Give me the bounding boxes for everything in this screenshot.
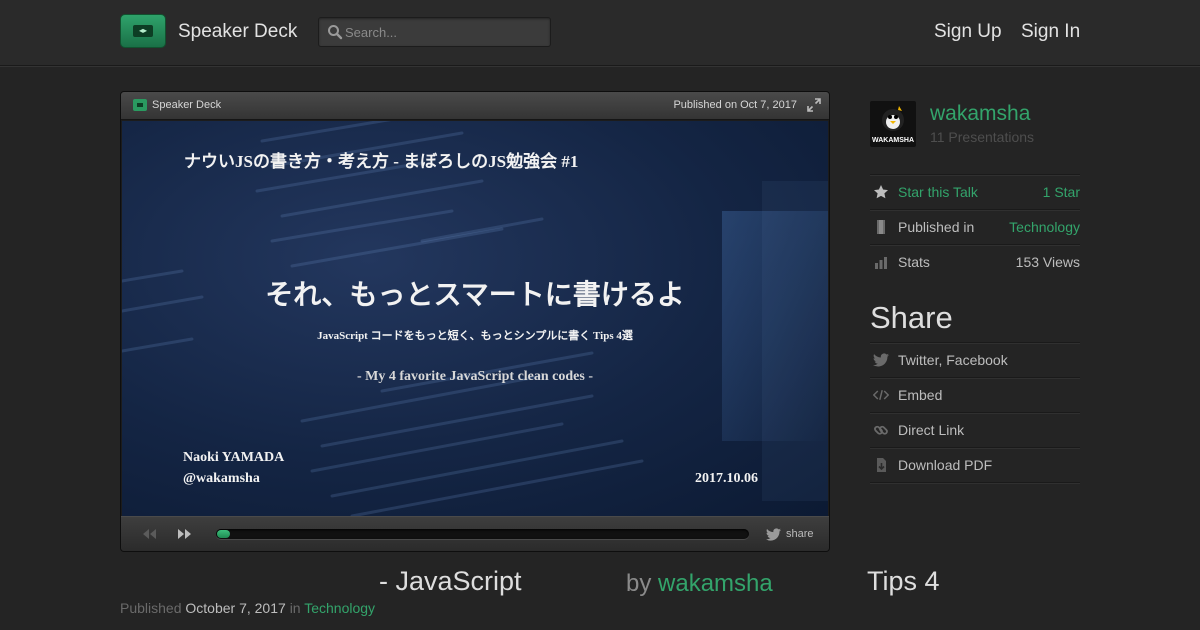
presentation-count[interactable]: 11 Presentations: [930, 129, 1034, 145]
byline-author-link[interactable]: wakamsha: [658, 570, 773, 597]
avatar-label: WAKAMSHA: [872, 137, 914, 144]
direct-link-row[interactable]: Direct Link: [870, 412, 1080, 447]
share-divider: [870, 482, 1080, 483]
published-in-row: Published in Technology: [870, 209, 1080, 244]
slide-title: それ、もっとスマートに書けるよ: [265, 280, 685, 311]
slide-english-subtitle: - My 4 favorite JavaScript clean codes -: [357, 369, 593, 384]
download-pdf-row[interactable]: Download PDF: [870, 447, 1080, 482]
embed-row[interactable]: Embed: [870, 377, 1080, 412]
previous-slide-icon[interactable]: [141, 527, 157, 541]
player-brand[interactable]: Speaker Deck: [152, 99, 221, 111]
author-username[interactable]: wakamsha: [930, 102, 1030, 126]
slide-handle: @wakamsha: [183, 471, 260, 486]
slide-player: Speaker Deck Published on Oct 7, 2017 ナウ…: [120, 91, 830, 552]
player-controls: share: [121, 516, 829, 551]
share-heading: Share: [870, 300, 953, 335]
bookmark-icon: [877, 220, 885, 234]
slide-description: JavaScript コードをもっと短く、もっとシンプルに書く Tips 4選: [317, 330, 633, 342]
slide-author: Naoki YAMADA: [183, 450, 285, 465]
brand-name[interactable]: Speaker Deck: [178, 21, 297, 43]
player-header: Speaker Deck Published on Oct 7, 2017: [121, 92, 829, 120]
stats-label: Stats: [898, 254, 930, 270]
progress-fill: [217, 530, 230, 538]
talk-byline: by wakamsha: [626, 570, 773, 598]
next-slide-icon[interactable]: [177, 527, 193, 541]
published-info: Published October 7, 2017 in Technology: [120, 600, 375, 616]
speakerdeck-logo-icon[interactable]: ◂▸: [120, 14, 166, 48]
category-link[interactable]: Technology: [1009, 219, 1080, 235]
avatar[interactable]: WAKAMSHA: [870, 101, 916, 147]
slide-progress-bar[interactable]: [216, 529, 749, 539]
search-icon: [328, 25, 343, 40]
talk-title-part-1: - JavaScript: [379, 566, 522, 596]
current-slide[interactable]: ナウいJSの書き方・考え方 - まぼろしのJS勉強会 #1 それ、もっとスマート…: [122, 121, 828, 516]
published-in-label: Published in: [898, 219, 975, 235]
view-count: 153 Views: [1015, 254, 1080, 270]
penguin-avatar-icon: [882, 106, 904, 131]
link-icon: [874, 425, 888, 435]
search-box[interactable]: [318, 17, 551, 47]
code-icon: [873, 390, 889, 400]
slide-date: 2017.10.06: [695, 471, 758, 486]
published-prefix: Published: [120, 600, 182, 616]
player-published-date: Published on Oct 7, 2017: [673, 99, 797, 111]
bar-chart-icon: [875, 257, 887, 269]
twitter-bird-icon: [873, 353, 889, 367]
star-this-talk-label[interactable]: Star this Talk: [898, 184, 978, 200]
player-share-label: share: [786, 528, 814, 540]
by-label: by: [626, 570, 652, 597]
search-input[interactable]: [345, 18, 545, 46]
published-date: October 7, 2017: [185, 600, 286, 616]
star-talk-row[interactable]: Star this Talk 1 Star: [870, 174, 1080, 209]
top-navigation-bar: ◂▸ Speaker Deck Sign Up Sign In: [0, 0, 1200, 66]
twitter-bird-icon: [766, 528, 781, 541]
download-pdf-label[interactable]: Download PDF: [898, 457, 992, 473]
embed-label[interactable]: Embed: [898, 387, 942, 403]
in-label: in: [289, 600, 301, 616]
direct-link-label[interactable]: Direct Link: [898, 422, 964, 438]
slide-subtitle-top: ナウいJSの書き方・考え方 - まぼろしのJS勉強会 #1: [184, 152, 579, 171]
twitter-facebook-label[interactable]: Twitter, Facebook: [898, 352, 1008, 368]
sign-in-link[interactable]: Sign In: [1021, 21, 1080, 43]
talk-title-part-2: Tips 4: [867, 566, 940, 596]
fullscreen-icon[interactable]: [807, 98, 821, 112]
published-category-link[interactable]: Technology: [304, 600, 375, 616]
player-logo-icon: [133, 99, 147, 111]
download-icon: [877, 458, 886, 472]
share-social-row[interactable]: Twitter, Facebook: [870, 342, 1080, 377]
star-icon: [874, 185, 888, 199]
star-count: 1 Star: [1042, 184, 1080, 200]
stats-row: Stats 153 Views: [870, 244, 1080, 279]
sign-up-link[interactable]: Sign Up: [934, 21, 1002, 43]
